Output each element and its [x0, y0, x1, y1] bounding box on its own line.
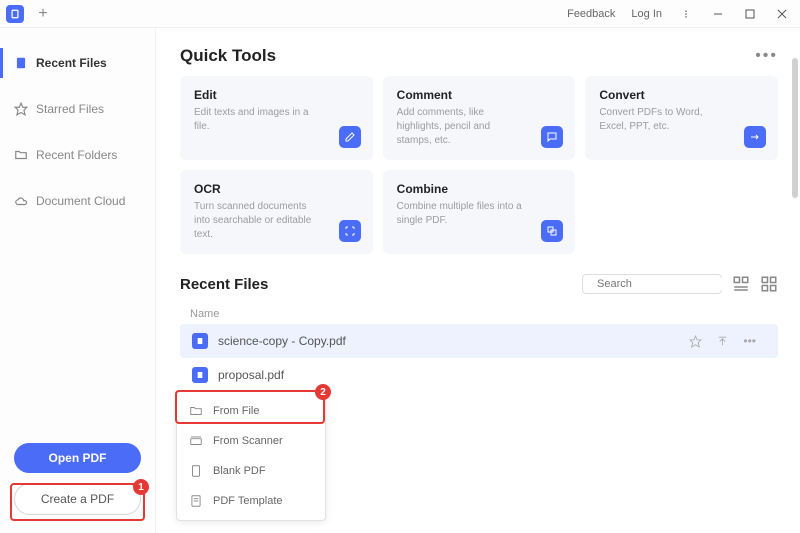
- blank-page-icon: [189, 464, 203, 478]
- star-icon: [14, 102, 28, 116]
- sidebar: Recent Files Starred Files Recent Folder…: [0, 28, 156, 533]
- tool-title: Comment: [397, 88, 562, 102]
- menu-item-label: PDF Template: [213, 495, 283, 507]
- file-name: science-copy - Copy.pdf: [218, 334, 679, 348]
- menu-item-blank-pdf[interactable]: Blank PDF: [177, 456, 325, 486]
- convert-icon: [744, 126, 766, 148]
- tool-card-comment[interactable]: Comment Add comments, like highlights, p…: [383, 76, 576, 160]
- menu-item-pdf-template[interactable]: PDF Template: [177, 486, 325, 516]
- menu-item-from-scanner[interactable]: From Scanner: [177, 426, 325, 456]
- pdf-icon: [192, 367, 208, 383]
- feedback-link[interactable]: Feedback: [563, 6, 619, 22]
- tool-desc: Add comments, like highlights, pencil an…: [397, 106, 527, 148]
- sidebar-item-label: Starred Files: [36, 102, 104, 116]
- tool-card-ocr[interactable]: OCR Turn scanned documents into searchab…: [180, 170, 373, 254]
- tool-desc: Combine multiple files into a single PDF…: [397, 200, 527, 228]
- create-pdf-menu: 2 From File From Scanner Blank PDF PDF T…: [176, 391, 326, 521]
- scrollbar[interactable]: [792, 58, 798, 198]
- main-area: Recent Files Starred Files Recent Folder…: [0, 28, 800, 533]
- column-header-name: Name: [180, 304, 778, 324]
- quick-tools-heading: Quick Tools: [180, 46, 276, 66]
- sidebar-item-recent-files[interactable]: Recent Files: [0, 48, 155, 78]
- cloud-icon: [14, 194, 28, 208]
- file-row[interactable]: proposal.pdf: [180, 358, 778, 392]
- file-name: proposal.pdf: [218, 368, 766, 382]
- edit-icon: [339, 126, 361, 148]
- pdf-icon: [192, 333, 208, 349]
- titlebar: + Feedback Log In: [0, 0, 800, 28]
- ocr-icon: [339, 220, 361, 242]
- tool-desc: Turn scanned documents into searchable o…: [194, 200, 324, 242]
- scanner-icon: [189, 434, 203, 448]
- new-tab-button[interactable]: +: [32, 3, 54, 25]
- comment-icon: [541, 126, 563, 148]
- menu-item-label: From Scanner: [213, 435, 283, 447]
- tool-card-combine[interactable]: Combine Combine multiple files into a si…: [383, 170, 576, 254]
- login-link[interactable]: Log In: [627, 6, 666, 22]
- minimize-button[interactable]: [706, 3, 730, 25]
- file-icon: [14, 56, 28, 70]
- folder-icon: [189, 404, 203, 418]
- tool-card-edit[interactable]: Edit Edit texts and images in a file.: [180, 76, 373, 160]
- menu-item-from-file[interactable]: From File: [177, 396, 325, 426]
- tool-title: OCR: [194, 182, 359, 196]
- sidebar-item-document-cloud[interactable]: Document Cloud: [0, 186, 155, 216]
- tool-title: Convert: [599, 88, 764, 102]
- list-view-button[interactable]: [732, 275, 750, 293]
- quick-tools-grid: Edit Edit texts and images in a file. Co…: [180, 76, 778, 254]
- file-row[interactable]: science-copy - Copy.pdf •••: [180, 324, 778, 358]
- kebab-menu-icon[interactable]: [674, 3, 698, 25]
- folder-icon: [14, 148, 28, 162]
- tool-desc: Edit texts and images in a file.: [194, 106, 324, 134]
- recent-files-heading: Recent Files: [180, 276, 268, 293]
- search-input-wrapper[interactable]: [582, 274, 722, 294]
- tool-title: Edit: [194, 88, 359, 102]
- menu-item-label: From File: [213, 405, 259, 417]
- combine-icon: [541, 220, 563, 242]
- template-icon: [189, 494, 203, 508]
- search-input[interactable]: [597, 278, 739, 290]
- open-pdf-button[interactable]: Open PDF: [14, 443, 141, 473]
- tool-desc: Convert PDFs to Word, Excel, PPT, etc.: [599, 106, 729, 134]
- sidebar-item-label: Document Cloud: [36, 194, 125, 208]
- sidebar-item-label: Recent Folders: [36, 148, 117, 162]
- more-icon[interactable]: •••: [743, 334, 756, 348]
- sidebar-item-starred-files[interactable]: Starred Files: [0, 94, 155, 124]
- sidebar-item-label: Recent Files: [36, 56, 107, 70]
- create-pdf-button[interactable]: Create a PDF: [14, 483, 141, 515]
- sidebar-item-recent-folders[interactable]: Recent Folders: [0, 140, 155, 170]
- menu-item-label: Blank PDF: [213, 465, 266, 477]
- star-icon[interactable]: [689, 334, 702, 348]
- grid-view-button[interactable]: [760, 275, 778, 293]
- tool-title: Combine: [397, 182, 562, 196]
- upload-icon[interactable]: [716, 334, 729, 348]
- maximize-button[interactable]: [738, 3, 762, 25]
- tool-card-convert[interactable]: Convert Convert PDFs to Word, Excel, PPT…: [585, 76, 778, 160]
- app-logo: [6, 5, 24, 23]
- more-icon[interactable]: •••: [755, 47, 778, 65]
- close-button[interactable]: [770, 3, 794, 25]
